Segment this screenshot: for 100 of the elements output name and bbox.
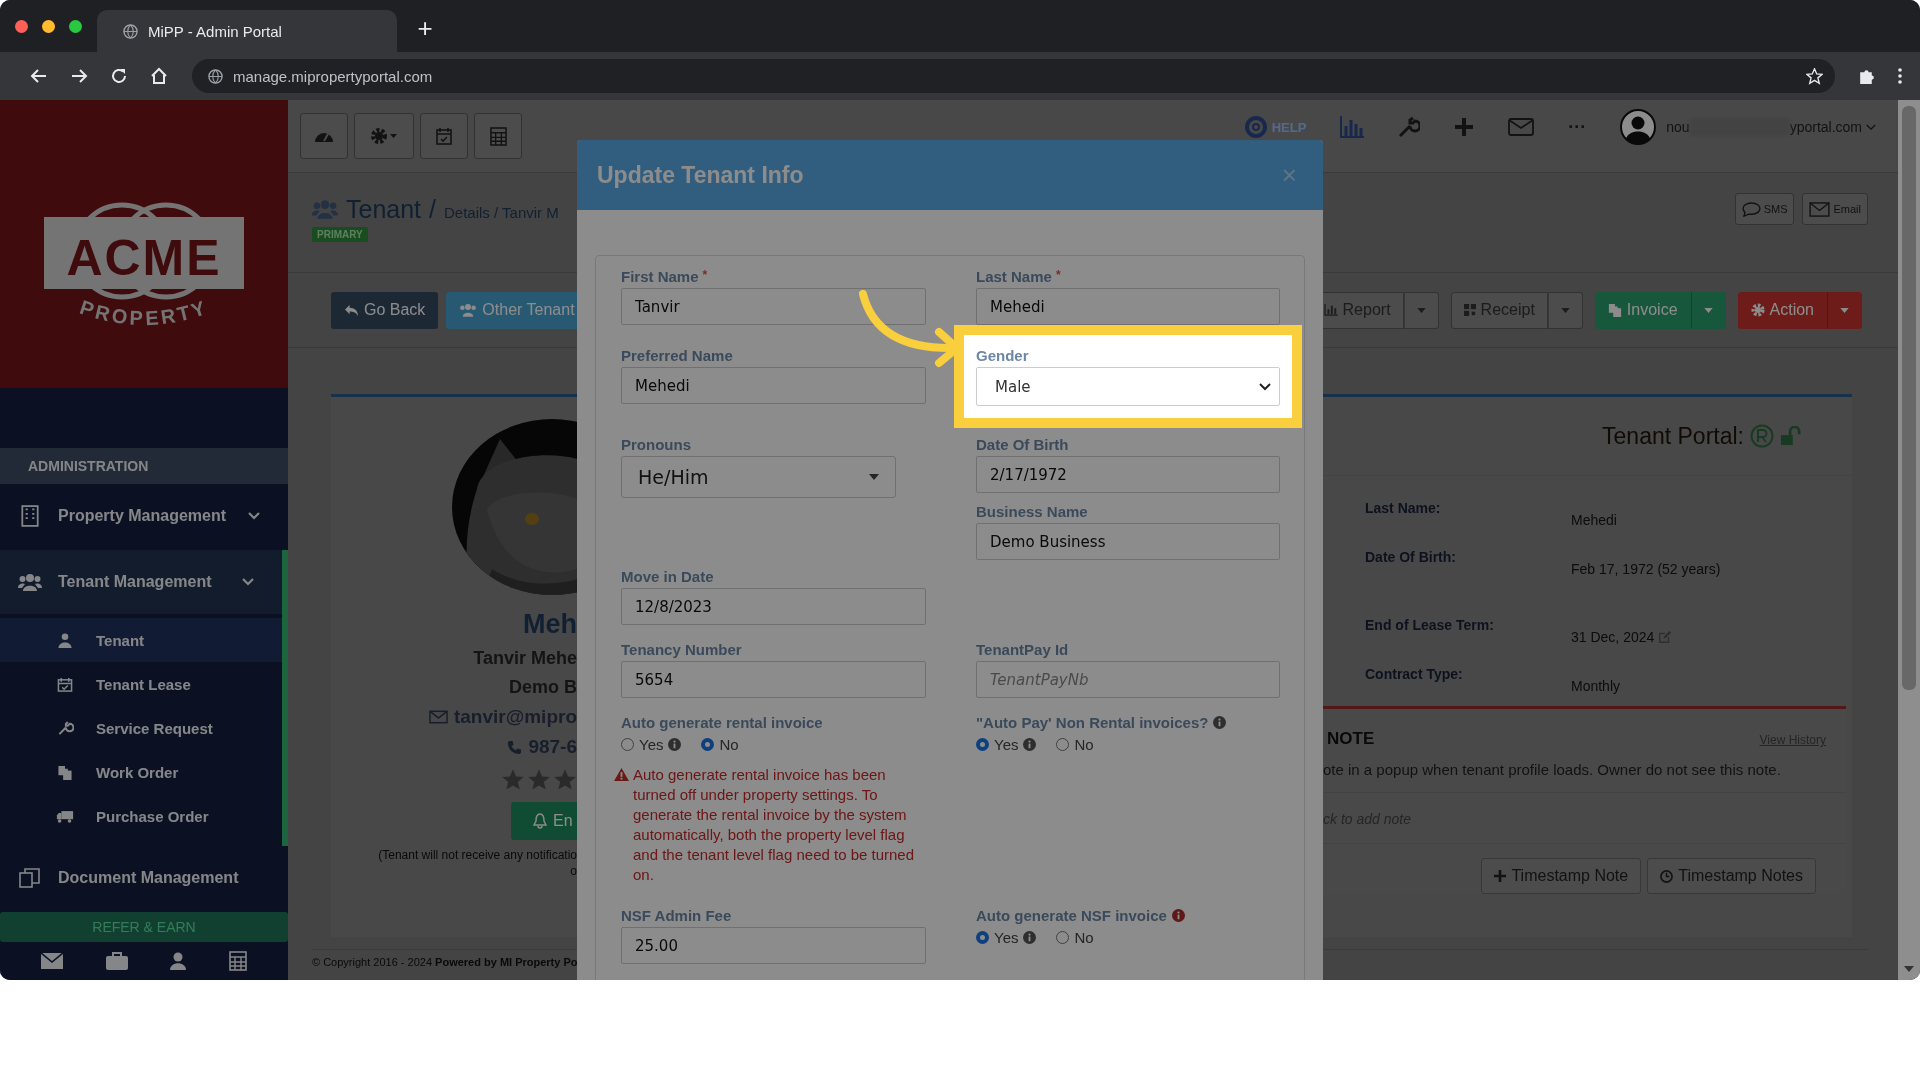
option-label: No — [1074, 736, 1094, 753]
forward-icon[interactable] — [70, 67, 88, 85]
option-label: Yes — [639, 736, 664, 753]
radio-button[interactable] — [976, 738, 989, 751]
text-field[interactable]: 12/8/2023 — [621, 588, 926, 625]
go-back-button[interactable]: Go Back — [331, 291, 439, 329]
detail-value: Monthly — [1571, 677, 1621, 694]
dashboard-button[interactable] — [300, 113, 348, 159]
back-icon[interactable] — [30, 67, 48, 85]
wrench-icon[interactable] — [1398, 116, 1421, 138]
reload-icon[interactable] — [110, 67, 128, 85]
close-window-button[interactable] — [15, 20, 28, 33]
detail-label: Contract Type: — [1365, 665, 1464, 684]
address-bar[interactable]: manage.mipropertyportal.com — [192, 59, 1835, 93]
maximize-window-button[interactable] — [69, 20, 82, 33]
text-field[interactable]: TenantPayNb — [976, 661, 1280, 698]
warning-icon — [614, 768, 629, 781]
nav-item[interactable]: Document Management — [0, 846, 288, 910]
bar-chart-icon[interactable] — [1340, 116, 1365, 138]
menu-icon[interactable] — [1898, 68, 1902, 84]
home-icon[interactable] — [150, 67, 168, 85]
speech-bubble-icon — [1741, 201, 1761, 217]
nav-subitem[interactable]: Tenant — [0, 618, 282, 662]
caret-icon — [1840, 307, 1849, 313]
scroll-down-icon[interactable] — [1904, 966, 1914, 972]
new-tab-button[interactable]: + — [411, 10, 439, 46]
mail-icon[interactable] — [41, 953, 64, 969]
text-field[interactable]: Mehedi — [621, 367, 926, 404]
text-field[interactable]: Mehedi — [976, 288, 1280, 325]
plus-icon[interactable] — [1454, 117, 1475, 137]
nav-subitem[interactable]: Service Request — [0, 706, 282, 750]
calculator-icon[interactable] — [228, 951, 247, 971]
action-button[interactable]: Invoice — [1594, 291, 1691, 329]
radio-button[interactable] — [701, 738, 715, 751]
scrollbar[interactable] — [1898, 100, 1920, 980]
enable-notifications-button[interactable]: En — [511, 802, 577, 840]
tenant-portal-title: Tenant Portal: — [1602, 422, 1744, 450]
bookmark-star-icon[interactable] — [1806, 67, 1823, 85]
user-icon — [56, 632, 74, 648]
dropdown-toggle[interactable] — [1547, 291, 1583, 329]
action-button[interactable]: Action — [1737, 291, 1827, 329]
globe-icon — [123, 23, 138, 39]
text-field[interactable]: 2/17/1972 — [976, 456, 1280, 493]
briefcase-icon[interactable] — [105, 952, 128, 970]
nav-item[interactable]: Tenant Management — [0, 550, 288, 614]
field-label: Last Name * — [976, 268, 1061, 285]
breadcrumb-separator: / — [429, 194, 436, 224]
minimize-window-button[interactable] — [42, 20, 55, 33]
section-header: ADMINISTRATION — [0, 448, 288, 484]
dropdown-toggle[interactable] — [1403, 291, 1439, 329]
truck-icon — [56, 809, 74, 823]
nav-subitem[interactable]: Work Order — [0, 750, 282, 794]
chevron-icon — [1259, 382, 1271, 391]
calculator-button[interactable] — [474, 113, 522, 159]
radio-button[interactable] — [621, 738, 634, 751]
browser-tab[interactable]: MiPP - Admin Portal — [97, 10, 397, 52]
field-label: Gender — [976, 347, 1029, 364]
field-label: Tenancy Number — [621, 641, 742, 658]
bell-icon — [533, 813, 547, 829]
detail-value: 31 Dec, 2024 — [1571, 629, 1655, 646]
text-field[interactable]: 5654 — [621, 661, 926, 698]
copy-icon — [1607, 303, 1622, 317]
users-icon — [18, 572, 42, 592]
settings-button[interactable] — [354, 113, 414, 159]
option-label: No — [1074, 929, 1094, 946]
caret-icon — [869, 474, 879, 480]
notice-text: (Tenant will not receive any notificatio — [378, 848, 577, 862]
logo: ACME PROPERTY — [24, 169, 264, 339]
bar-chart-icon — [1323, 304, 1338, 316]
tenant-name: Meh — [523, 609, 577, 640]
select-field[interactable]: Male — [976, 367, 1280, 406]
radio-button[interactable] — [1056, 738, 1070, 751]
mail-icon — [1809, 201, 1831, 217]
text-field[interactable]: Tanvir — [621, 288, 926, 325]
nav-item[interactable]: Property Management — [0, 484, 288, 548]
calendar-button[interactable] — [420, 113, 468, 159]
users-icon — [459, 303, 478, 317]
text-field[interactable]: Demo Business — [976, 523, 1280, 560]
user-icon[interactable] — [170, 952, 187, 970]
wrench-icon — [56, 720, 74, 736]
detail-label: Date Of Birth: — [1365, 548, 1457, 567]
lifebuoy-icon — [1244, 116, 1267, 138]
notice-text: o — [570, 864, 577, 878]
field-label: "Auto Pay' Non Rental invoices? — [976, 714, 1209, 731]
warning-message: Auto generate rental invoice has been turned off under property settings. To generate the rental invoice by the system automatically, both the property level flag and the tenant level flag need to be turned on. — [633, 765, 916, 885]
nav-subitem[interactable]: Purchase Order — [0, 794, 282, 838]
field-label: NSF Admin Fee — [621, 907, 732, 924]
dropdown[interactable]: He/Him — [621, 456, 896, 498]
chevron-icon — [242, 578, 254, 586]
detail-label: End of Lease Term: — [1365, 617, 1495, 635]
copyright-text: © Copyright 2016 - 2024 Powered by MI Property Po — [312, 956, 578, 968]
star-icon — [553, 768, 577, 792]
plus-icon — [1494, 870, 1507, 882]
nav-subitem[interactable]: Tenant Lease — [0, 662, 282, 706]
avatar-icon[interactable] — [1620, 109, 1657, 145]
text-field[interactable]: 25.00 — [621, 927, 926, 964]
field-label: Business Name — [976, 503, 1088, 520]
chevron-icon — [248, 512, 260, 520]
radio-button[interactable] — [976, 931, 989, 944]
radio-button[interactable] — [1056, 931, 1070, 944]
